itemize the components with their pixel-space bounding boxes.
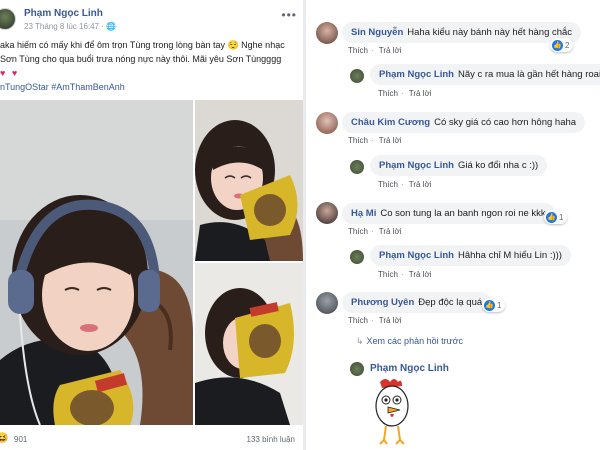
commenter-name[interactable]: Phạm Ngọc Linh	[379, 250, 454, 261]
post-photo[interactable]	[195, 100, 303, 261]
avatar[interactable]	[316, 22, 338, 44]
separator: ·	[371, 227, 374, 236]
avatar[interactable]	[0, 8, 16, 30]
comment-bubble: Hạ Mi Co son tung la an banh ngon roi ne …	[342, 203, 555, 224]
like-count-badge[interactable]: 👍 1	[544, 210, 568, 224]
commenter-name[interactable]: Sin Nguyễn	[351, 27, 403, 38]
reply-arrow-icon: ↳	[356, 336, 364, 346]
like-count-badge[interactable]: 👍 2	[550, 38, 574, 52]
like-link[interactable]: Thích	[348, 227, 368, 236]
separator: ·	[371, 136, 374, 145]
commenter-name[interactable]: Châu Kim Cương	[351, 117, 430, 128]
thumbs-up-icon: 👍	[484, 299, 495, 311]
reply-link[interactable]: Trả lời	[409, 89, 432, 98]
comment-actions: Thích · Trả lời	[378, 270, 435, 279]
comment-bubble: Phạm Ngọc Linh Giá ko đổi nha c :))	[370, 155, 548, 176]
avatar[interactable]	[350, 69, 364, 83]
more-icon[interactable]: •••	[281, 8, 297, 22]
post-header: Phạm Ngọc Linh 23 Tháng 8 lúc 16:47 · 🌐 …	[0, 6, 303, 36]
reply-link[interactable]: Trả lời	[379, 46, 402, 55]
separator: ·	[401, 89, 404, 98]
comment-text: Haha kiểu này bánh này hết hàng chắc	[407, 27, 573, 38]
photo-illustration	[0, 100, 193, 425]
post-text-line: aka hiếm có mấy khi để ôm trọn Tùng tron…	[0, 40, 285, 50]
avatar[interactable]	[316, 292, 338, 314]
commenter-name[interactable]: Hạ Mi	[351, 208, 376, 219]
reply-link[interactable]: Trả lời	[409, 270, 432, 279]
comment-actions: Thích · Trả lời	[348, 46, 405, 55]
thumbs-up-icon: 👍	[552, 39, 563, 51]
comment-actions: Thích · Trả lời	[348, 227, 405, 236]
comment-bubble: Sin Nguyễn Haha kiểu này bánh này hết hàn…	[342, 22, 582, 43]
heart-icon: ♥ ♥	[0, 68, 20, 78]
like-link[interactable]: Thích	[378, 270, 398, 279]
comment-text: Đẹp độc lạ quá	[418, 297, 483, 308]
reply-link[interactable]: Trả lời	[379, 136, 402, 145]
avatar[interactable]	[350, 362, 364, 376]
post-hashtags[interactable]: nTungOStar #AmThamBenAnh	[0, 80, 300, 94]
comment-text: Có sky giá có cao hơn hông haha	[434, 117, 577, 128]
post-photo[interactable]	[195, 263, 303, 425]
like-link[interactable]: Thích	[378, 89, 398, 98]
post-author-name[interactable]: Phạm Ngọc Linh	[24, 8, 103, 19]
photo-illustration	[195, 263, 303, 425]
comment-actions: Thích · Trả lời	[348, 136, 405, 145]
like-count: 1	[497, 300, 502, 310]
like-count: 2	[565, 40, 570, 50]
rooster-sticker[interactable]	[368, 376, 422, 446]
reply-link[interactable]: Trả lời	[409, 180, 432, 189]
avatar[interactable]	[350, 250, 364, 264]
commenter-name[interactable]: Phạm Ngọc Linh	[379, 69, 454, 80]
globe-icon: 🌐	[106, 22, 117, 31]
comment-actions: Thích · Trả lời	[378, 89, 435, 98]
comment-bubble: Phạm Ngọc Linh Hâhha chỉ M hiểu Lin :)))	[370, 245, 571, 266]
photo-illustration	[195, 100, 303, 261]
comment-bubble: Châu Kim Cương Có sky giá có cao hơn hông…	[342, 112, 586, 133]
comment-text: Nãy c ra mua là gần hết hàng roai :))	[457, 69, 600, 80]
commenter-name[interactable]: Phạm Ngọc Linh	[370, 363, 449, 374]
comment-text: Hâhha chỉ M hiểu Lin :)))	[457, 250, 562, 261]
reply-link[interactable]: Trả lời	[379, 227, 402, 236]
comment-text: Giá ko đổi nha c :))	[457, 160, 539, 171]
post-card: Phạm Ngọc Linh 23 Tháng 8 lúc 16:47 · 🌐 …	[0, 0, 303, 450]
post-footer: 😆 901 133 bình luận	[0, 430, 303, 450]
view-more-replies-link[interactable]: ↳ Xem các phản hồi trước	[356, 336, 463, 347]
comment-count[interactable]: 133 bình luận	[247, 435, 296, 444]
like-count: 1	[559, 212, 564, 222]
post-text: aka hiếm có mấy khi để ôm trọn Tùng tron…	[0, 38, 300, 94]
comment-bubble: Phạm Ngọc Linh Nãy c ra mua là gần hết hà…	[370, 64, 600, 85]
post-timestamp[interactable]: 23 Tháng 8 lúc 16:47 · 🌐	[24, 22, 116, 31]
thumbs-up-icon: 👍	[546, 211, 557, 223]
comment-text: Co son tung la an banh ngon roi ne kkk	[380, 208, 546, 219]
reply-link[interactable]: Trả lời	[379, 316, 402, 325]
like-link[interactable]: Thích	[348, 136, 368, 145]
separator: ·	[371, 316, 374, 325]
comment-actions: Thích · Trả lời	[348, 316, 405, 325]
separator: ·	[401, 180, 404, 189]
like-link[interactable]: Thích	[378, 180, 398, 189]
avatar[interactable]	[316, 202, 338, 224]
comments-panel: Sin Nguyễn Haha kiểu này bánh này hết hàn…	[306, 0, 600, 450]
commenter-name[interactable]: Phạm Ngọc Linh	[379, 160, 454, 171]
post-photo[interactable]	[0, 100, 193, 425]
photo-grid	[0, 100, 303, 425]
like-count-badge[interactable]: 👍 1	[482, 298, 506, 312]
commenter-name[interactable]: Phương Uyên	[351, 297, 414, 308]
view-more-label: Xem các phản hồi trước	[366, 336, 464, 346]
avatar[interactable]	[316, 112, 338, 134]
rooster-sticker-icon	[375, 379, 409, 445]
comment-bubble: Phương Uyên Đẹp độc lạ quá	[342, 292, 492, 313]
like-link[interactable]: Thích	[348, 316, 368, 325]
reaction-count[interactable]: 901	[14, 435, 27, 444]
avatar[interactable]	[350, 160, 364, 174]
comment-actions: Thích · Trả lời	[378, 180, 435, 189]
separator: ·	[401, 270, 404, 279]
separator: ·	[371, 46, 374, 55]
post-text-line: Sơn Tùng cho qua buổi trưa nóng nực này …	[0, 54, 282, 64]
haha-icon[interactable]: 😆	[0, 433, 8, 444]
like-link[interactable]: Thích	[348, 46, 368, 55]
